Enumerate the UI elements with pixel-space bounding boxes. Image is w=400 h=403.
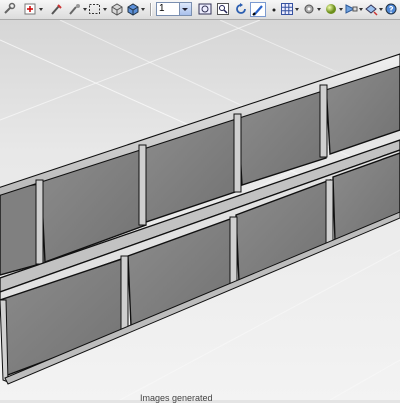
status-text: Images generated — [140, 393, 213, 403]
zoom-window-icon — [216, 2, 230, 16]
render-icon — [344, 2, 358, 16]
add-point-icon — [24, 2, 38, 16]
lower-post-3 — [325, 179, 334, 246]
render-button[interactable] — [344, 2, 364, 16]
paint-icon — [251, 3, 265, 17]
wrench-icon — [2, 2, 16, 16]
solid-cube-button[interactable] — [126, 2, 146, 16]
sphere-icon — [324, 2, 338, 16]
lasso-select-icon — [68, 2, 82, 16]
fit-view-button[interactable] — [198, 2, 212, 16]
lower-post-1 — [120, 255, 129, 333]
settings-dropdown-icon[interactable] — [317, 6, 322, 12]
upper-post-3 — [233, 113, 242, 193]
dot-button[interactable] — [270, 2, 278, 16]
measure-icon — [50, 2, 64, 16]
wrench-tool-button[interactable] — [2, 2, 16, 16]
upper-post-1 — [35, 179, 44, 265]
shaded-box-button[interactable] — [110, 2, 124, 16]
upper-post-4 — [319, 84, 328, 158]
settings-button[interactable] — [302, 2, 322, 16]
lighting-button[interactable] — [364, 2, 384, 16]
solid-cube-icon — [126, 2, 140, 16]
box-select-dropdown-icon[interactable] — [103, 6, 108, 12]
lighting-icon — [364, 2, 378, 16]
zoom-window-button[interactable] — [216, 2, 230, 16]
toolbar: 1 — [0, 0, 400, 20]
dot-icon — [270, 2, 278, 16]
grid-view-button[interactable] — [280, 2, 300, 16]
paint-button[interactable] — [250, 2, 266, 17]
sphere-button[interactable] — [324, 2, 344, 16]
lower-post-2 — [229, 216, 238, 287]
help-icon — [384, 2, 398, 16]
box-select-button[interactable] — [88, 2, 108, 16]
rotate-view-icon — [234, 2, 248, 16]
settings-icon — [302, 2, 316, 16]
solid-cube-dropdown-icon[interactable] — [141, 6, 146, 12]
view-number-value: 1 — [159, 3, 165, 14]
shaded-box-icon — [110, 2, 124, 16]
grid-view-icon — [280, 2, 294, 16]
help-button[interactable] — [384, 2, 398, 16]
grid-view-dropdown-icon[interactable] — [295, 6, 300, 12]
rotate-view-button[interactable] — [234, 2, 248, 16]
upper-post-2 — [138, 144, 147, 226]
toolbar-separator — [150, 3, 152, 16]
3d-viewport[interactable] — [0, 20, 400, 400]
box-select-icon — [88, 2, 102, 16]
add-point-button[interactable] — [24, 2, 44, 16]
lasso-select-button[interactable] — [68, 2, 88, 16]
fit-view-icon — [198, 2, 212, 16]
measure-button[interactable] — [50, 2, 64, 16]
view-number-dropdown-icon[interactable] — [179, 3, 191, 15]
view-number-select[interactable]: 1 — [156, 2, 192, 16]
add-point-dropdown-icon[interactable] — [39, 6, 44, 12]
